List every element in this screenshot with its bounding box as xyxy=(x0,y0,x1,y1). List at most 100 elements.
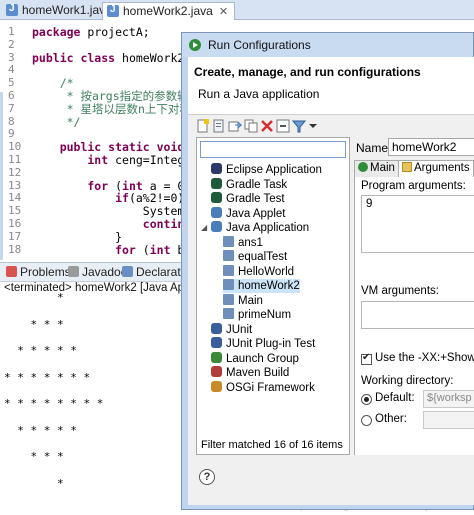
tab-label: Arguments xyxy=(414,162,470,174)
other-label: Other: xyxy=(375,413,407,425)
java-config-icon xyxy=(223,293,234,305)
tab-javadoc[interactable]: Javadoc xyxy=(68,265,127,279)
chevron-down-icon[interactable] xyxy=(306,119,320,133)
dialog-subheading: Run a Java application xyxy=(198,87,320,101)
arguments-tab-icon xyxy=(402,162,412,172)
dialog-body: Create, manage, and run configurations R… xyxy=(188,57,474,505)
java-config-icon xyxy=(223,235,234,247)
java-config-icon xyxy=(223,264,234,276)
tree-item-eclipse-application[interactable]: Eclipse Application xyxy=(211,163,322,177)
name-field[interactable]: homeWork2 xyxy=(388,138,474,156)
expand-twisty-icon[interactable]: ◢ xyxy=(201,223,207,232)
tree-item-java-applet[interactable]: Java Applet xyxy=(211,206,286,221)
console-line: * xyxy=(4,291,64,304)
other-radio[interactable] xyxy=(361,415,372,426)
tab-homework1[interactable]: homeWork1.java xyxy=(2,2,118,20)
tree-item-gradle-task[interactable]: Gradle Task xyxy=(211,177,287,192)
duplicate-icon[interactable] xyxy=(244,119,258,133)
use-xx-checkbox[interactable] xyxy=(361,352,372,365)
console-line: * * * * * * * xyxy=(4,370,91,384)
java-application-icon xyxy=(211,221,222,232)
run-configurations-dialog: Run Configurations Create, manage, and r… xyxy=(181,32,474,510)
tree-item-homework2[interactable]: homeWork2 xyxy=(223,279,300,293)
config-tab-bar: Main Arguments xyxy=(354,160,474,177)
tree-item-label: Maven Build xyxy=(226,367,290,379)
tree-item-label: JUnit Plug-in Test xyxy=(226,338,316,350)
default-radio[interactable] xyxy=(361,394,372,405)
new-prototype-icon[interactable] xyxy=(212,119,226,133)
junit-plugin-icon xyxy=(211,337,222,348)
tree-item-label: Launch Group xyxy=(226,352,299,365)
help-button[interactable]: ? xyxy=(199,469,215,485)
tab-label: Problems xyxy=(20,265,71,279)
tree-item-label: HelloWorld xyxy=(238,265,295,278)
tree-item-maven-build[interactable]: Maven Build xyxy=(211,366,289,380)
run-config-icon xyxy=(189,39,201,51)
tab-declaration[interactable]: Declaratio xyxy=(122,265,190,279)
collapse-all-icon[interactable] xyxy=(276,119,290,133)
tree-item-equaltest[interactable]: equalTest xyxy=(223,250,287,264)
tree-item-main[interactable]: Main xyxy=(223,293,263,308)
close-icon[interactable]: ✕ xyxy=(219,6,228,18)
dialog-title-bar: Run Configurations xyxy=(182,33,473,57)
dialog-heading: Create, manage, and run configurations xyxy=(194,65,421,79)
console-line: * * * xyxy=(4,450,64,463)
working-directory-label: Working directory: xyxy=(361,375,454,387)
tree-item-java-application[interactable]: Java Application xyxy=(211,221,309,235)
tree-item-label: Main xyxy=(238,294,263,307)
tree-item-label: OSGi Framework xyxy=(226,381,315,394)
tree-item-label: primeNum xyxy=(238,309,292,321)
tab-arguments[interactable]: Arguments xyxy=(398,160,474,177)
arguments-tab-content: Program arguments: 9 VM arguments: Use t… xyxy=(354,177,474,455)
main-tab-icon xyxy=(358,162,368,172)
osgi-icon xyxy=(211,380,222,392)
new-config-icon[interactable] xyxy=(196,119,210,133)
console-line: * * * * * xyxy=(4,344,77,357)
problems-icon xyxy=(6,266,17,277)
code-token: ( xyxy=(142,242,150,257)
delete-icon[interactable] xyxy=(260,119,274,133)
java-config-icon xyxy=(223,308,234,319)
default-label: Default: xyxy=(375,392,415,404)
tree-item-primenum[interactable]: primeNum xyxy=(223,308,291,322)
use-xx-label: Use the -XX:+ShowCo xyxy=(375,352,474,364)
tree-item-label: equalTest xyxy=(238,251,288,263)
tree-item-label: Java Application xyxy=(226,222,310,234)
javadoc-icon xyxy=(68,266,79,277)
tree-item-junit[interactable]: JUnit xyxy=(211,322,253,337)
tree-item-osgi-framework[interactable]: OSGi Framework xyxy=(211,380,315,395)
vm-arguments-field[interactable] xyxy=(361,301,474,329)
tree-item-gradle-test[interactable]: Gradle Test xyxy=(211,192,285,206)
console-line: * * * xyxy=(4,317,64,331)
line-number: 18 xyxy=(8,242,22,256)
tree-item-label: JUnit xyxy=(226,323,253,336)
tree-item-launch-group[interactable]: Launch Group xyxy=(211,351,299,366)
java-applet-icon xyxy=(211,206,222,218)
tab-problems[interactable]: Problems xyxy=(6,265,71,279)
filter-icon[interactable] xyxy=(292,119,306,133)
maven-icon xyxy=(211,366,222,377)
tab-main[interactable]: Main xyxy=(354,160,399,177)
tree-item-label: Java Applet xyxy=(226,207,286,220)
config-tree-panel: Filter matched 16 of 16 items Eclipse Ap… xyxy=(196,137,350,455)
export-icon[interactable] xyxy=(228,119,242,133)
other-directory-field xyxy=(423,411,474,429)
filter-input[interactable] xyxy=(200,141,346,158)
tree-item-label: ans1 xyxy=(238,236,263,249)
vm-arguments-label: VM arguments: xyxy=(361,285,439,297)
java-file-icon xyxy=(107,4,119,17)
gradle-test-icon xyxy=(211,192,222,203)
config-editor-panel: Name: homeWork2 Main Arguments Program a… xyxy=(354,137,474,455)
tree-item-junit-plug-in-test[interactable]: JUnit Plug-in Test xyxy=(211,337,315,351)
program-arguments-field[interactable]: 9 xyxy=(361,195,474,253)
tab-homework2[interactable]: homeWork2.java ✕ xyxy=(102,2,236,20)
gradle-icon xyxy=(211,177,222,189)
tree-item-label: Gradle Test xyxy=(226,193,285,205)
name-label: Name: xyxy=(356,141,392,155)
tree-item-helloworld[interactable]: HelloWorld xyxy=(223,264,295,279)
tree-item-ans1[interactable]: ans1 xyxy=(223,235,263,250)
tree-item-label: homeWork2 xyxy=(238,280,300,292)
declaration-icon xyxy=(122,266,133,277)
default-directory-field: ${worksp xyxy=(423,390,474,408)
console-line: * xyxy=(4,476,64,490)
